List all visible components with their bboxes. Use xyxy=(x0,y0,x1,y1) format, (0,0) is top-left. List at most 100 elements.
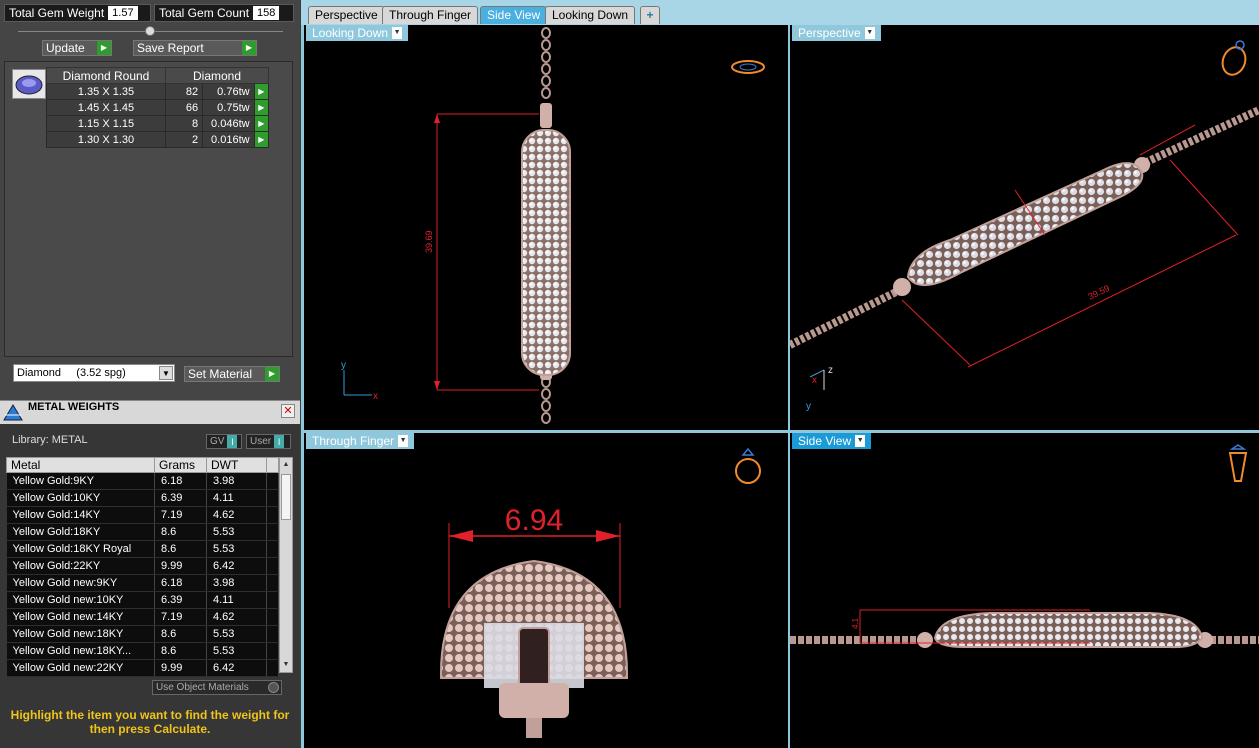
viewport-label-through-finger[interactable]: Through Finger ▼ xyxy=(306,433,415,449)
ring-view-icon[interactable] xyxy=(1216,37,1256,77)
metal-grams: 8.6 xyxy=(154,523,207,541)
metal-row[interactable]: Yellow Gold new:18KY... 8.6 5.53 xyxy=(6,642,279,660)
metal-grams: 7.19 xyxy=(154,608,207,626)
metal-row[interactable]: Yellow Gold new:14KY 7.19 4.62 xyxy=(6,608,279,626)
tab-perspective[interactable]: Perspective xyxy=(308,6,385,24)
total-gem-count-label: Total Gem Count xyxy=(159,6,250,20)
user-toggle[interactable]: User I xyxy=(246,434,291,449)
metal-row-spacer xyxy=(266,472,279,490)
scroll-up-icon[interactable]: ▲ xyxy=(281,459,291,471)
chevron-down-icon: ▼ xyxy=(864,27,875,39)
gem-row[interactable]: 1.30 X 1.30 2 0.016tw ▶ xyxy=(46,131,270,148)
bracelet-top-render: 39.69 y x xyxy=(341,27,571,424)
axis-x-label: x xyxy=(812,375,817,386)
metal-weights-title: METAL WEIGHTS xyxy=(28,401,120,413)
metal-dwt: 3.98 xyxy=(206,574,267,592)
gem-select-icon[interactable]: ▶ xyxy=(253,83,270,100)
metal-grams: 9.99 xyxy=(154,557,207,575)
save-report-button[interactable]: Save Report ▶ xyxy=(133,40,257,56)
metal-dwt: 5.53 xyxy=(206,625,267,643)
metal-row[interactable]: Yellow Gold new:18KY 8.6 5.53 xyxy=(6,625,279,643)
ring-view-icon[interactable] xyxy=(728,53,768,93)
gem-select-icon[interactable]: ▶ xyxy=(253,99,270,116)
viewport-label-perspective[interactable]: Perspective ▼ xyxy=(792,25,881,41)
diamond-thumbnail[interactable] xyxy=(12,69,46,99)
gem-row[interactable]: 1.15 X 1.15 8 0.046tw ▶ xyxy=(46,115,270,132)
metal-dwt: 4.62 xyxy=(206,608,267,626)
viewport-through-finger[interactable]: 6.94 Through Finger ▼ xyxy=(304,433,788,748)
metal-row-spacer xyxy=(266,591,279,609)
metal-row[interactable]: Yellow Gold:22KY 9.99 6.42 xyxy=(6,557,279,575)
set-material-button[interactable]: Set Material ▶ xyxy=(184,366,280,382)
viewport-side-view[interactable]: 4.1 Side View ▼ xyxy=(790,433,1259,748)
metal-metal: Yellow Gold new:18KY xyxy=(6,625,155,643)
use-object-materials-option[interactable]: Use Object Materials xyxy=(152,680,282,695)
slider-handle[interactable] xyxy=(145,26,155,36)
viewport-label-text: Side View xyxy=(798,434,852,448)
add-tab-icon[interactable]: + xyxy=(640,6,660,24)
axis-y-label: y xyxy=(341,360,346,371)
gem-size: 1.15 X 1.15 xyxy=(46,115,166,132)
metal-grams: 7.19 xyxy=(154,506,207,524)
viewport-label-looking-down[interactable]: Looking Down ▼ xyxy=(306,25,409,41)
metal-row[interactable]: Yellow Gold:14KY 7.19 4.62 xyxy=(6,506,279,524)
gem-header-type: Diamond xyxy=(165,67,269,84)
gem-row[interactable]: 1.35 X 1.35 82 0.76tw ▶ xyxy=(46,83,270,100)
metal-row[interactable]: Yellow Gold:10KY 6.39 4.11 xyxy=(6,489,279,507)
metal-dwt: 4.62 xyxy=(206,506,267,524)
metal-dwt: 5.53 xyxy=(206,642,267,660)
gem-select-icon[interactable]: ▶ xyxy=(253,131,270,148)
tab-side-view[interactable]: Side View xyxy=(480,6,548,24)
metal-row-spacer xyxy=(266,489,279,507)
bracelet-end-render: 6.94 xyxy=(439,504,629,738)
metal-row-spacer xyxy=(266,642,279,660)
gem-row[interactable]: 1.45 X 1.45 66 0.75tw ▶ xyxy=(46,99,270,116)
viewport-perspective[interactable]: 39.59 z x y Perspective ▼ xyxy=(790,25,1259,430)
gem-table: Diamond Round Diamond 1.35 X 1.35 82 0.7… xyxy=(46,67,270,148)
scroll-thumb[interactable] xyxy=(281,474,291,520)
radio-icon xyxy=(268,682,279,693)
ring-view-icon[interactable] xyxy=(728,445,768,485)
metal-row[interactable]: Yellow Gold new:10KY 6.39 4.11 xyxy=(6,591,279,609)
toggle-icon: I xyxy=(274,435,285,448)
metal-row[interactable]: Yellow Gold new:9KY 6.18 3.98 xyxy=(6,574,279,592)
viewport-label-side-view[interactable]: Side View ▼ xyxy=(792,433,872,449)
metal-metal: Yellow Gold new:14KY xyxy=(6,608,155,626)
metal-grams: 8.6 xyxy=(154,540,207,558)
viewport-looking-down[interactable]: 39.69 y x Looking Down ▼ xyxy=(304,25,788,430)
scroll-down-icon[interactable]: ▼ xyxy=(281,659,291,671)
close-icon[interactable]: ✕ xyxy=(281,404,295,418)
material-dropdown[interactable]: Diamond (3.52 spg) ▼ xyxy=(13,364,175,382)
metal-row[interactable]: Yellow Gold new:22KY 9.99 6.42 xyxy=(6,659,279,677)
metal-row[interactable]: Yellow Gold:9KY 6.18 3.98 xyxy=(6,472,279,490)
metal-row[interactable]: Yellow Gold:18KY 8.6 5.53 xyxy=(6,523,279,541)
gem-count: 66 xyxy=(164,99,204,116)
gem-weight: 0.75tw xyxy=(202,99,255,116)
metal-metal: Yellow Gold:18KY Royal xyxy=(6,540,155,558)
metal-grams: 8.6 xyxy=(154,642,207,660)
gv-toggle[interactable]: GV I xyxy=(206,434,242,449)
ring-view-icon[interactable] xyxy=(1218,443,1258,483)
gem-weight: 0.046tw xyxy=(202,115,255,132)
chevron-down-icon: ▼ xyxy=(398,435,409,447)
gem-list-area: Diamond Round Diamond 1.35 X 1.35 82 0.7… xyxy=(4,61,293,357)
tab-through-finger[interactable]: Through Finger xyxy=(382,6,479,24)
metal-metal: Yellow Gold:18KY xyxy=(6,523,155,541)
metal-list-scrollbar[interactable]: ▲ ▼ xyxy=(279,457,293,673)
gem-select-icon[interactable]: ▶ xyxy=(253,115,270,132)
metal-metal: Yellow Gold new:18KY... xyxy=(6,642,155,660)
metal-header-dwt: DWT xyxy=(206,457,267,473)
update-button[interactable]: Update ▶ xyxy=(42,40,112,56)
metal-header-metal: Metal xyxy=(6,457,155,473)
gem-size: 1.35 X 1.35 xyxy=(46,83,166,100)
metal-grams: 6.39 xyxy=(154,591,207,609)
tab-looking-down[interactable]: Looking Down xyxy=(545,6,636,24)
metal-dwt: 6.42 xyxy=(206,557,267,575)
metal-dwt: 6.42 xyxy=(206,659,267,677)
total-gem-weight-value: 1.57 xyxy=(108,6,138,20)
metal-row[interactable]: Yellow Gold:18KY Royal 8.6 5.53 xyxy=(6,540,279,558)
metal-metal: Yellow Gold:22KY xyxy=(6,557,155,575)
gem-header-shape: Diamond Round xyxy=(46,67,166,84)
total-gem-weight: Total Gem Weight 1.57 xyxy=(4,4,151,22)
metal-dwt: 5.53 xyxy=(206,540,267,558)
